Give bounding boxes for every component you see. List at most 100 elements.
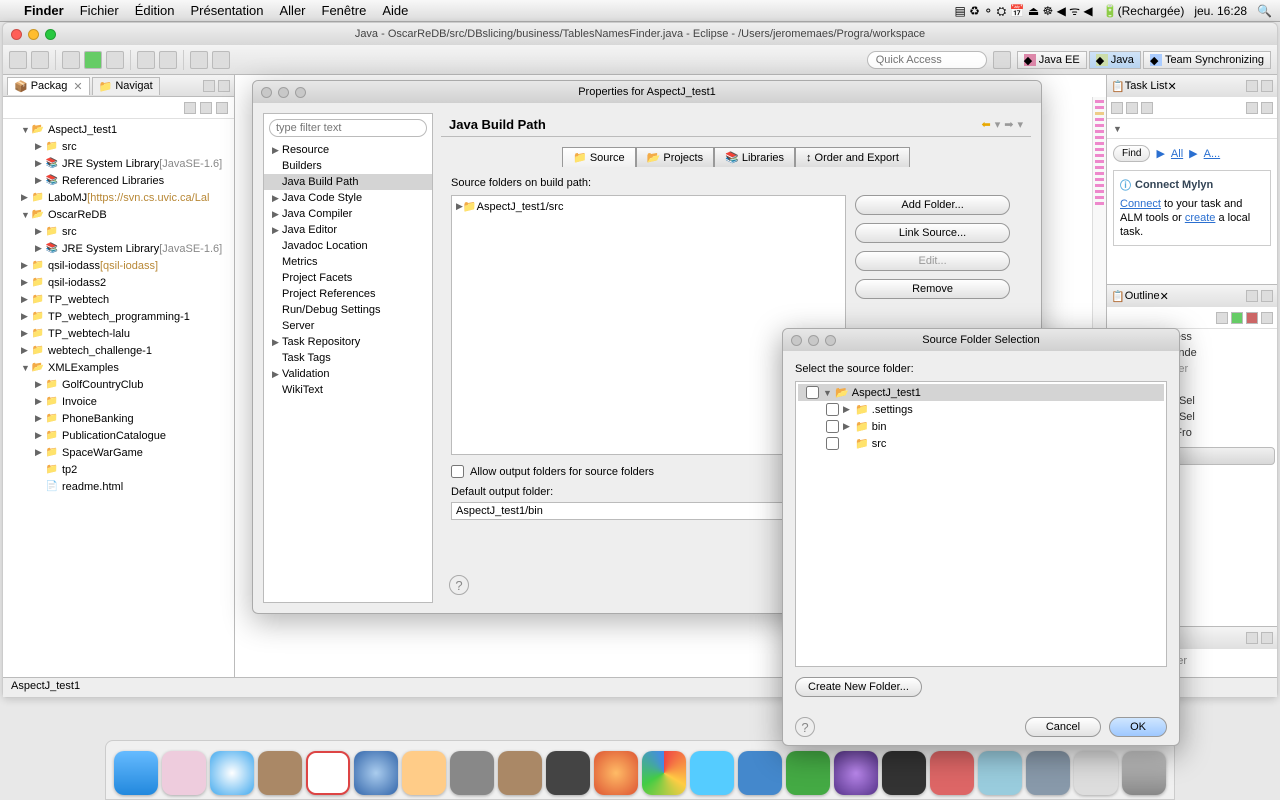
- add-folder-button[interactable]: Add Folder...: [855, 195, 1010, 215]
- skype-dock-icon[interactable]: [690, 751, 734, 795]
- tab-libraries[interactable]: 📚Libraries: [714, 147, 795, 167]
- debug-icon[interactable]: [62, 51, 80, 69]
- tree-row[interactable]: ▶📁qsil-iodass2: [3, 274, 234, 291]
- sfs-tree-row[interactable]: ▶📁 .settings: [798, 401, 1164, 418]
- newpkg-icon[interactable]: [137, 51, 155, 69]
- category-item[interactable]: WikiText: [264, 382, 432, 398]
- min3-icon[interactable]: [1246, 632, 1258, 644]
- syspref-dock-icon[interactable]: [450, 751, 494, 795]
- menu-fichier[interactable]: Fichier: [80, 3, 119, 18]
- sfs-help-icon[interactable]: ?: [795, 717, 815, 737]
- menu-edition[interactable]: Édition: [135, 3, 175, 18]
- edit-button[interactable]: Edit...: [855, 251, 1010, 271]
- view-menu-icon[interactable]: [216, 102, 228, 114]
- eclipse-dock-icon[interactable]: [834, 751, 878, 795]
- hide-fields-icon[interactable]: [1231, 312, 1243, 324]
- word-dock-icon[interactable]: [738, 751, 782, 795]
- remove-button[interactable]: Remove: [855, 279, 1010, 299]
- focus-icon[interactable]: [1246, 102, 1258, 114]
- quick-access-input[interactable]: [867, 51, 987, 69]
- category-item[interactable]: ▶Resource: [264, 142, 432, 158]
- category-item[interactable]: Server: [264, 318, 432, 334]
- terminal-dock-icon[interactable]: [882, 751, 926, 795]
- run-icon[interactable]: [84, 51, 102, 69]
- link-editor-icon[interactable]: [200, 102, 212, 114]
- newtask-icon[interactable]: [1111, 102, 1123, 114]
- menubar-app[interactable]: Finder: [24, 3, 64, 18]
- folder-checkbox[interactable]: [826, 437, 839, 450]
- sfs-close[interactable]: [791, 335, 802, 346]
- appstore2-dock-icon[interactable]: [1026, 751, 1070, 795]
- tree-row[interactable]: ▶📁LaboMJ [https://svn.cs.uvic.ca/Lal: [3, 189, 234, 206]
- hide-nonpub-icon[interactable]: [1261, 312, 1273, 324]
- dlg-min[interactable]: [278, 87, 289, 98]
- ical-dock-icon[interactable]: [306, 751, 350, 795]
- safari-dock-icon[interactable]: [210, 751, 254, 795]
- finder-dock-icon[interactable]: [114, 751, 158, 795]
- forward-icon[interactable]: ➡: [1004, 118, 1013, 131]
- downloads-dock-icon[interactable]: [1074, 751, 1118, 795]
- runext-icon[interactable]: [106, 51, 124, 69]
- category-item[interactable]: Project References: [264, 286, 432, 302]
- tree-row[interactable]: ▶📁PublicationCatalogue: [3, 427, 234, 444]
- cancel-button[interactable]: Cancel: [1025, 717, 1101, 737]
- menu-presentation[interactable]: Présentation: [191, 3, 264, 18]
- contacts-dock-icon[interactable]: [258, 751, 302, 795]
- max2-icon[interactable]: [1261, 290, 1273, 302]
- tab-order[interactable]: ↕Order and Export: [795, 147, 910, 167]
- collapse-all-icon[interactable]: [184, 102, 196, 114]
- tree-row[interactable]: ▶📚JRE System Library [JavaSE-1.6]: [3, 240, 234, 257]
- categorize-icon[interactable]: [1126, 102, 1138, 114]
- category-item[interactable]: Run/Debug Settings: [264, 302, 432, 318]
- tree-row[interactable]: 📁tp2: [3, 461, 234, 478]
- tree-row[interactable]: 📄readme.html: [3, 478, 234, 495]
- excel-dock-icon[interactable]: [786, 751, 830, 795]
- link-source-button[interactable]: Link Source...: [855, 223, 1010, 243]
- help-icon[interactable]: ?: [449, 575, 469, 595]
- trash-dock-icon[interactable]: [1122, 751, 1166, 795]
- create-link[interactable]: create: [1185, 212, 1216, 224]
- category-item[interactable]: ▶Java Editor: [264, 222, 432, 238]
- itunes-dock-icon[interactable]: [354, 751, 398, 795]
- tree-row[interactable]: ▶📚Referenced Libraries: [3, 172, 234, 189]
- activity-dock-icon[interactable]: [546, 751, 590, 795]
- activate-link[interactable]: A...: [1204, 148, 1221, 160]
- category-item[interactable]: ▶Validation: [264, 366, 432, 382]
- package-explorer-tab[interactable]: 📦 Packag✕: [7, 77, 90, 95]
- allow-output-checkbox[interactable]: [451, 465, 464, 478]
- sfs-zoom[interactable]: [825, 335, 836, 346]
- category-item[interactable]: Java Build Path: [264, 174, 432, 190]
- spotlight-icon[interactable]: 🔍: [1257, 4, 1272, 18]
- menu-fenetre[interactable]: Fenêtre: [322, 3, 367, 18]
- tree-row[interactable]: ▼📂OscarReDB: [3, 206, 234, 223]
- tree-row[interactable]: ▼📂AspectJ_test1: [3, 121, 234, 138]
- newclass-icon[interactable]: [159, 51, 177, 69]
- folder-checkbox[interactable]: [806, 386, 819, 399]
- connect-link[interactable]: Connect: [1120, 198, 1161, 210]
- create-new-folder-button[interactable]: Create New Folder...: [795, 677, 922, 697]
- tree-row[interactable]: ▶📁TP_webtech-lalu: [3, 325, 234, 342]
- open-perspective-icon[interactable]: [993, 51, 1011, 69]
- hide-static-icon[interactable]: [1246, 312, 1258, 324]
- category-item[interactable]: Builders: [264, 158, 432, 174]
- tree-row[interactable]: ▶📁qsil-iodass [qsil-iodass]: [3, 257, 234, 274]
- appstore-dock-icon[interactable]: [498, 751, 542, 795]
- minimize-view-icon[interactable]: [203, 80, 215, 92]
- maximize-view-icon[interactable]: [218, 80, 230, 92]
- chrome-dock-icon[interactable]: [642, 751, 686, 795]
- tree-row[interactable]: ▶📁SpaceWarGame: [3, 444, 234, 461]
- tree-row[interactable]: ▶📁GolfCountryClub: [3, 376, 234, 393]
- dlg-close[interactable]: [261, 87, 272, 98]
- sfs-tree-row[interactable]: ▶📁 bin: [798, 418, 1164, 435]
- category-item[interactable]: Task Tags: [264, 350, 432, 366]
- sfs-tree-row[interactable]: ▼📂 AspectJ_test1: [798, 384, 1164, 401]
- collapse-icon[interactable]: [1261, 102, 1273, 114]
- schedule-icon[interactable]: [1141, 102, 1153, 114]
- sort-icon[interactable]: [1216, 312, 1228, 324]
- tree-row[interactable]: ▶📁src: [3, 223, 234, 240]
- navigator-tab[interactable]: 📁 Navigat: [92, 77, 160, 95]
- menu-aller[interactable]: Aller: [280, 3, 306, 18]
- tree-row[interactable]: ▶📁TP_webtech: [3, 291, 234, 308]
- tree-row[interactable]: ▼📂XMLExamples: [3, 359, 234, 376]
- min2-icon[interactable]: [1246, 290, 1258, 302]
